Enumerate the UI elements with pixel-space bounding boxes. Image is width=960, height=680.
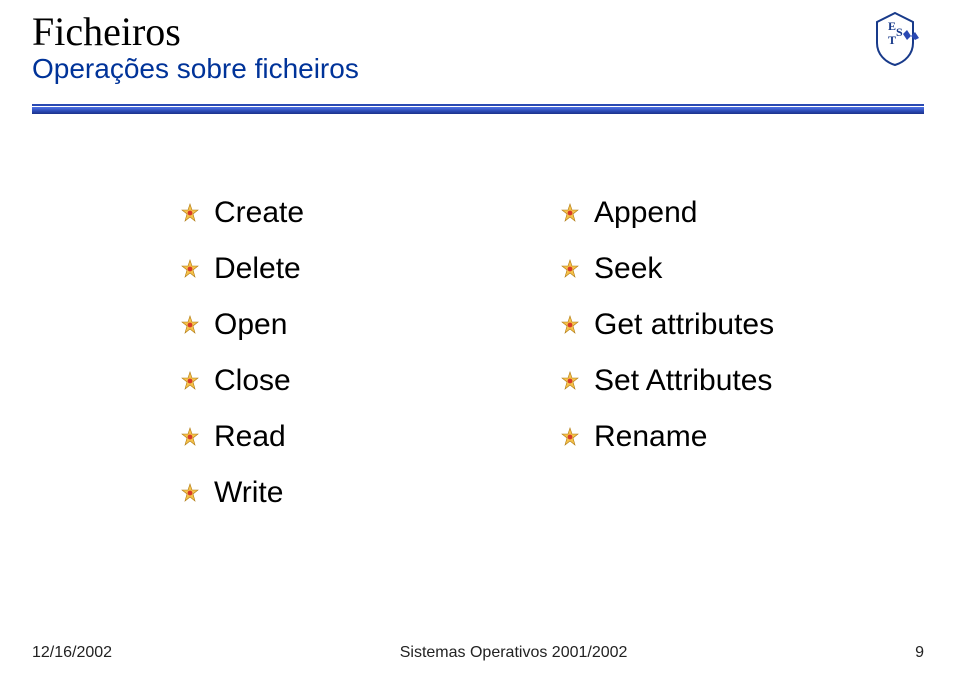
- list-item: Write: [180, 476, 304, 510]
- list-item: Get attributes: [560, 308, 774, 342]
- list-item: Set Attributes: [560, 364, 774, 398]
- star-bullet-icon: [560, 203, 580, 223]
- list-item-label: Rename: [594, 420, 707, 454]
- column-left: Create Delete Open: [180, 174, 304, 532]
- star-bullet-icon: [560, 427, 580, 447]
- est-logo: E S T: [866, 10, 924, 68]
- list-item-label: Read: [214, 420, 286, 454]
- list-item-label: Append: [594, 196, 697, 230]
- list-item: Close: [180, 364, 304, 398]
- list-item-label: Write: [214, 476, 283, 510]
- footer: 12/16/2002 Sistemas Operativos 2001/2002…: [32, 644, 924, 662]
- list-item: Delete: [180, 252, 304, 286]
- column-right: Append Seek Get attribut: [560, 174, 774, 476]
- list-item-label: Open: [214, 308, 287, 342]
- star-bullet-icon: [180, 371, 200, 391]
- content-area: Create Delete Open: [0, 150, 960, 620]
- list-item-label: Close: [214, 364, 291, 398]
- footer-center: Sistemas Operativos 2001/2002: [112, 644, 915, 662]
- slide-title: Ficheiros: [32, 8, 359, 55]
- svg-text:T: T: [888, 33, 896, 47]
- footer-date: 12/16/2002: [32, 644, 112, 662]
- star-bullet-icon: [180, 203, 200, 223]
- slide-subtitle: Operações sobre ficheiros: [32, 53, 359, 85]
- star-bullet-icon: [180, 427, 200, 447]
- list-item-label: Get attributes: [594, 308, 774, 342]
- svg-text:S: S: [896, 25, 903, 39]
- list-item: Append: [560, 196, 774, 230]
- list-item: Create: [180, 196, 304, 230]
- footer-page: 9: [915, 644, 924, 662]
- star-bullet-icon: [180, 259, 200, 279]
- header-divider: [32, 104, 924, 114]
- list-item: Open: [180, 308, 304, 342]
- list-item-label: Seek: [594, 252, 662, 286]
- list-item: Read: [180, 420, 304, 454]
- list-item-label: Delete: [214, 252, 301, 286]
- svg-text:E: E: [888, 19, 896, 33]
- star-bullet-icon: [560, 315, 580, 335]
- list-item-label: Create: [214, 196, 304, 230]
- title-block: Ficheiros Operações sobre ficheiros: [32, 8, 359, 85]
- star-bullet-icon: [560, 371, 580, 391]
- list-item: Seek: [560, 252, 774, 286]
- slide: Ficheiros Operações sobre ficheiros E S …: [0, 0, 960, 680]
- star-bullet-icon: [560, 259, 580, 279]
- star-bullet-icon: [180, 315, 200, 335]
- list-item: Rename: [560, 420, 774, 454]
- star-bullet-icon: [180, 483, 200, 503]
- list-item-label: Set Attributes: [594, 364, 772, 398]
